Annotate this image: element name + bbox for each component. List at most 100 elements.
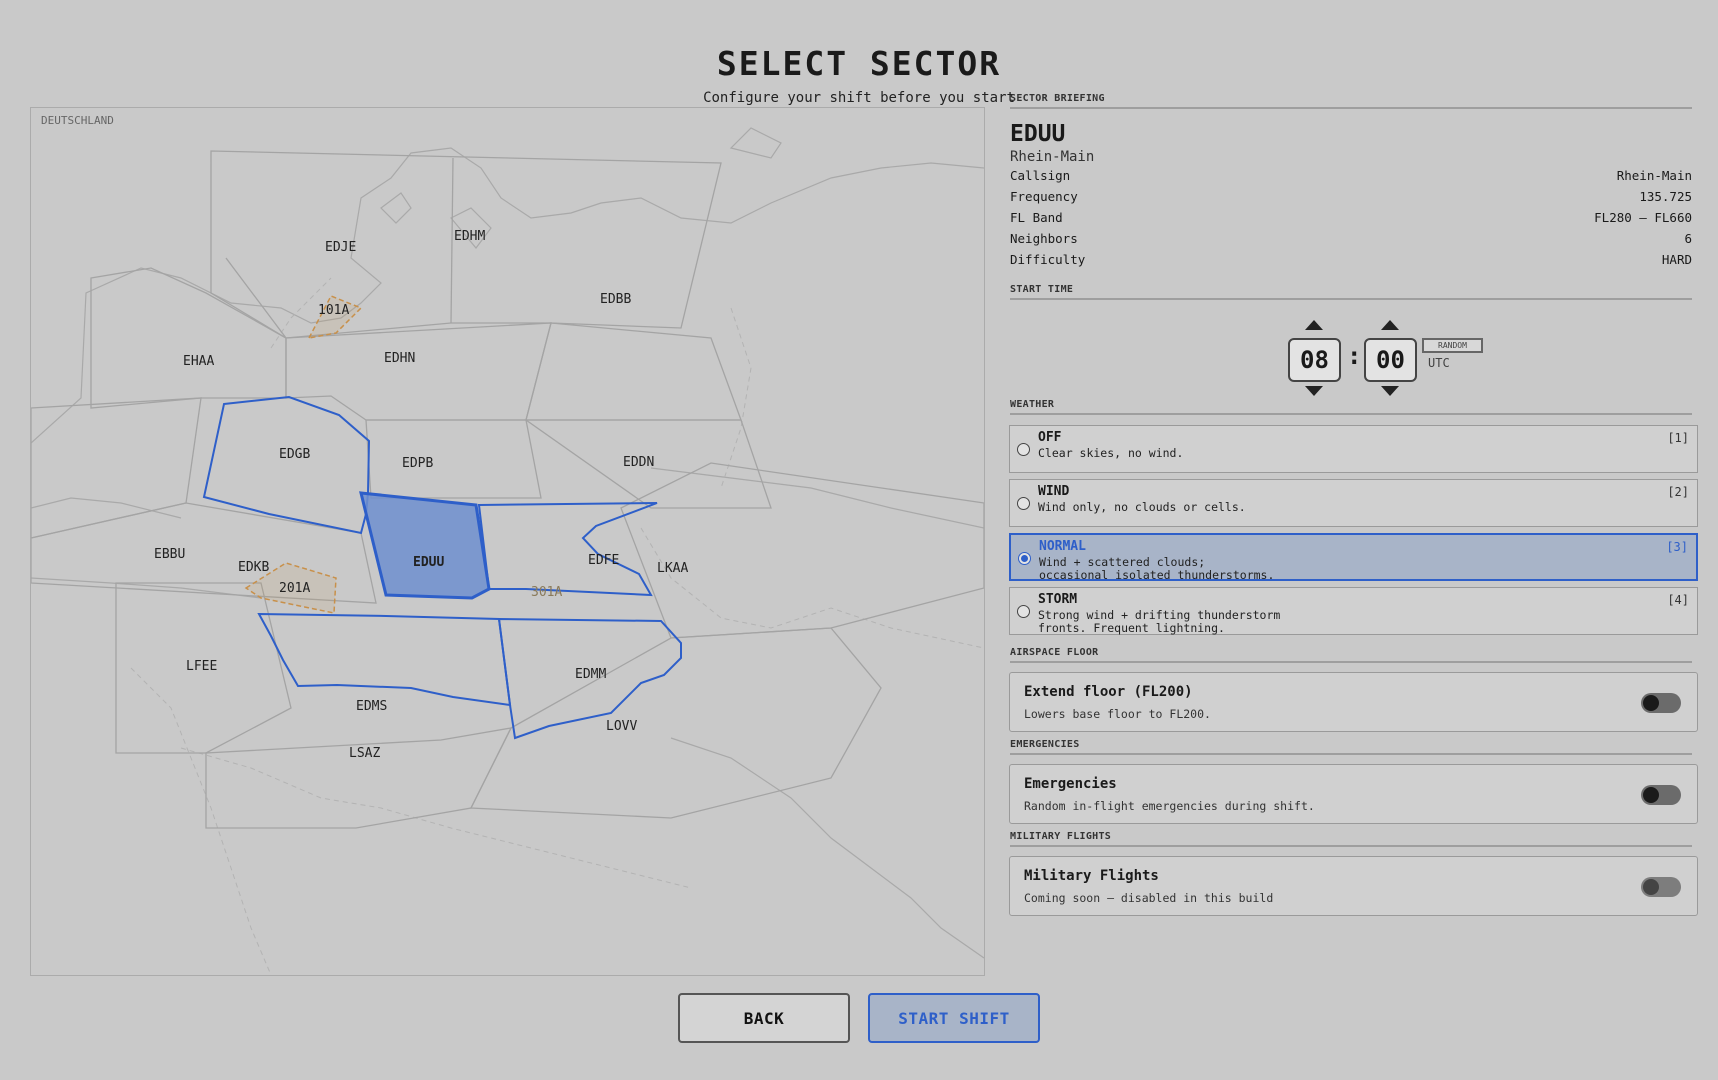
weather-option-key: [3] <box>1666 540 1688 554</box>
sector-boundaries <box>31 150 984 829</box>
hours-field[interactable]: 08 <box>1288 338 1341 382</box>
emergencies-desc: Random in-flight emergencies during shif… <box>1024 799 1315 813</box>
timezone-label: UTC <box>1428 356 1450 370</box>
military-heading: MILITARY FLIGHTS <box>1010 831 1692 847</box>
time-separator: : <box>1347 342 1362 370</box>
sector-label-lkaa[interactable]: LKAA <box>657 561 688 576</box>
military-section: MILITARY FLIGHTS <box>1010 831 1702 847</box>
weather-option-desc: Wind only, no clouds or cells. <box>1038 501 1246 514</box>
sector-label-edbb[interactable]: EDBB <box>600 292 631 307</box>
radio-icon[interactable] <box>1017 443 1030 456</box>
time-picker: 08 : 00 RANDOM UTC <box>1288 318 1488 404</box>
sector-name: Rhein-Main <box>1010 149 1095 165</box>
weather-option-off[interactable]: OFF Clear skies, no wind. [1] <box>1009 425 1698 473</box>
toggle-knob <box>1643 879 1659 895</box>
sector-map[interactable]: DEUTSCHLAND EDJE EDHM EDBB EHAA EDHN EDG… <box>30 107 985 976</box>
sector-label-lovv[interactable]: LOVV <box>606 719 637 734</box>
sector-label-edms[interactable]: EDMS <box>356 699 387 714</box>
border-layer <box>130 277 984 975</box>
sector-label-lsaz[interactable]: LSAZ <box>349 746 380 761</box>
toggle-knob <box>1643 787 1659 803</box>
weather-option-key: [2] <box>1667 485 1689 499</box>
airspace-floor-heading: AIRSPACE FLOOR <box>1010 647 1692 663</box>
weather-option-desc-line: Wind only, no clouds or cells. <box>1038 500 1246 514</box>
briefing-row-value: Rhein-Main <box>1616 168 1692 183</box>
sector-label-ehaa[interactable]: EHAA <box>183 354 214 369</box>
sector-label-edgb[interactable]: EDGB <box>279 447 310 462</box>
restricted-label-101a[interactable]: 101A <box>318 303 349 318</box>
weather-option-wind[interactable]: WIND Wind only, no clouds or cells. [2] <box>1009 479 1698 527</box>
briefing-row-label: Neighbors <box>1010 231 1078 246</box>
sector-label-ebbu[interactable]: EBBU <box>154 547 185 562</box>
weather-option-key: [4] <box>1667 593 1689 607</box>
weather-option-desc-line: occasional isolated thunderstorms. <box>1039 568 1275 582</box>
briefing-row-label: Difficulty <box>1010 252 1086 267</box>
hours-down-icon[interactable] <box>1305 386 1323 396</box>
sector-id: EDUU <box>1010 121 1066 147</box>
sector-label-eduu[interactable]: EDUU <box>413 555 444 570</box>
weather-heading: WEATHER <box>1010 399 1692 415</box>
minutes-up-icon[interactable] <box>1381 320 1399 330</box>
airspace-floor-desc: Lowers base floor to FL200. <box>1024 707 1211 721</box>
sector-label-edpb[interactable]: EDPB <box>402 456 433 471</box>
sector-label-eddn[interactable]: EDDN <box>623 455 654 470</box>
random-time-button[interactable]: RANDOM <box>1422 338 1483 353</box>
minutes-down-icon[interactable] <box>1381 386 1399 396</box>
radio-selected-icon[interactable] <box>1018 552 1031 565</box>
restricted-label-201a[interactable]: 201A <box>279 581 310 596</box>
briefing-heading: SECTOR BRIEFING <box>1010 93 1692 109</box>
sector-label-edmm[interactable]: EDMM <box>575 667 606 682</box>
weather-section: WEATHER <box>1010 399 1702 415</box>
weather-option-name: WIND <box>1038 484 1070 499</box>
toggle-knob <box>1643 695 1659 711</box>
weather-option-desc-line: fronts. Frequent lightning. <box>1038 621 1225 635</box>
weather-option-name: NORMAL <box>1039 539 1086 554</box>
start-shift-button[interactable]: START SHIFT <box>868 993 1040 1043</box>
airspace-floor-toggle[interactable] <box>1641 693 1681 713</box>
sector-label-edkb[interactable]: EDKB <box>238 560 269 575</box>
weather-option-name: STORM <box>1038 592 1078 607</box>
weather-option-desc: Wind + scattered clouds; occasional isol… <box>1039 556 1274 582</box>
page-title: SELECT SECTOR <box>716 44 1002 83</box>
hours-up-icon[interactable] <box>1305 320 1323 330</box>
emergencies-title: Emergencies <box>1024 776 1117 792</box>
restricted-label-301a[interactable]: 301A <box>531 585 562 600</box>
sector-label-edje[interactable]: EDJE <box>325 240 356 255</box>
sector-label-lfee[interactable]: LFEE <box>186 659 217 674</box>
military-title: Military Flights <box>1024 868 1159 884</box>
weather-option-key: [1] <box>1667 431 1689 445</box>
briefing-row-value: FL280 – FL660 <box>1594 210 1692 225</box>
briefing-row: Callsign Rhein-Main <box>1010 165 1692 186</box>
military-toggle[interactable] <box>1641 877 1681 897</box>
briefing-row-label: Callsign <box>1010 168 1071 183</box>
weather-option-desc-line: Clear skies, no wind. <box>1038 446 1184 460</box>
weather-option-storm[interactable]: STORM Strong wind + drifting thunderstor… <box>1009 587 1698 635</box>
selected-sector-eduu <box>359 491 491 600</box>
minutes-field[interactable]: 00 <box>1364 338 1417 382</box>
briefing-row-value: 6 <box>1684 231 1692 246</box>
weather-option-name: OFF <box>1038 430 1062 445</box>
coastline-layer <box>31 127 984 959</box>
weather-option-desc: Strong wind + drifting thunderstorm fron… <box>1038 609 1280 635</box>
back-button[interactable]: BACK <box>678 993 850 1043</box>
emergencies-toggle[interactable] <box>1641 785 1681 805</box>
emergencies-section: EMERGENCIES <box>1010 739 1702 755</box>
weather-option-normal[interactable]: NORMAL Wind + scattered clouds; occasion… <box>1009 533 1698 582</box>
briefing-row: FL Band FL280 – FL660 <box>1010 207 1692 228</box>
airspace-floor-card: Extend floor (FL200) Lowers base floor t… <box>1009 672 1698 732</box>
sector-label-edfe[interactable]: EDFE <box>588 553 619 568</box>
start-time-heading: START TIME <box>1010 284 1692 300</box>
military-desc: Coming soon — disabled in this build <box>1024 891 1274 905</box>
sector-label-edhn[interactable]: EDHN <box>384 351 415 366</box>
sector-label-edhm[interactable]: EDHM <box>454 229 485 244</box>
radio-icon[interactable] <box>1017 497 1030 510</box>
airspace-floor-title: Extend floor (FL200) <box>1024 684 1193 700</box>
briefing-row-label: Frequency <box>1010 189 1078 204</box>
sector-map-canvas: EDJE EDHM EDBB EHAA EDHN EDGB EDPB EDDN … <box>31 127 984 975</box>
briefing-row: Frequency 135.725 <box>1010 186 1692 207</box>
sector-briefing: SECTOR BRIEFING EDUU Rhein-Main Callsign… <box>1010 93 1702 270</box>
briefing-row-label: FL Band <box>1010 210 1063 225</box>
start-time-section: START TIME <box>1010 284 1702 300</box>
briefing-row-value: HARD <box>1661 252 1692 267</box>
radio-icon[interactable] <box>1017 605 1030 618</box>
